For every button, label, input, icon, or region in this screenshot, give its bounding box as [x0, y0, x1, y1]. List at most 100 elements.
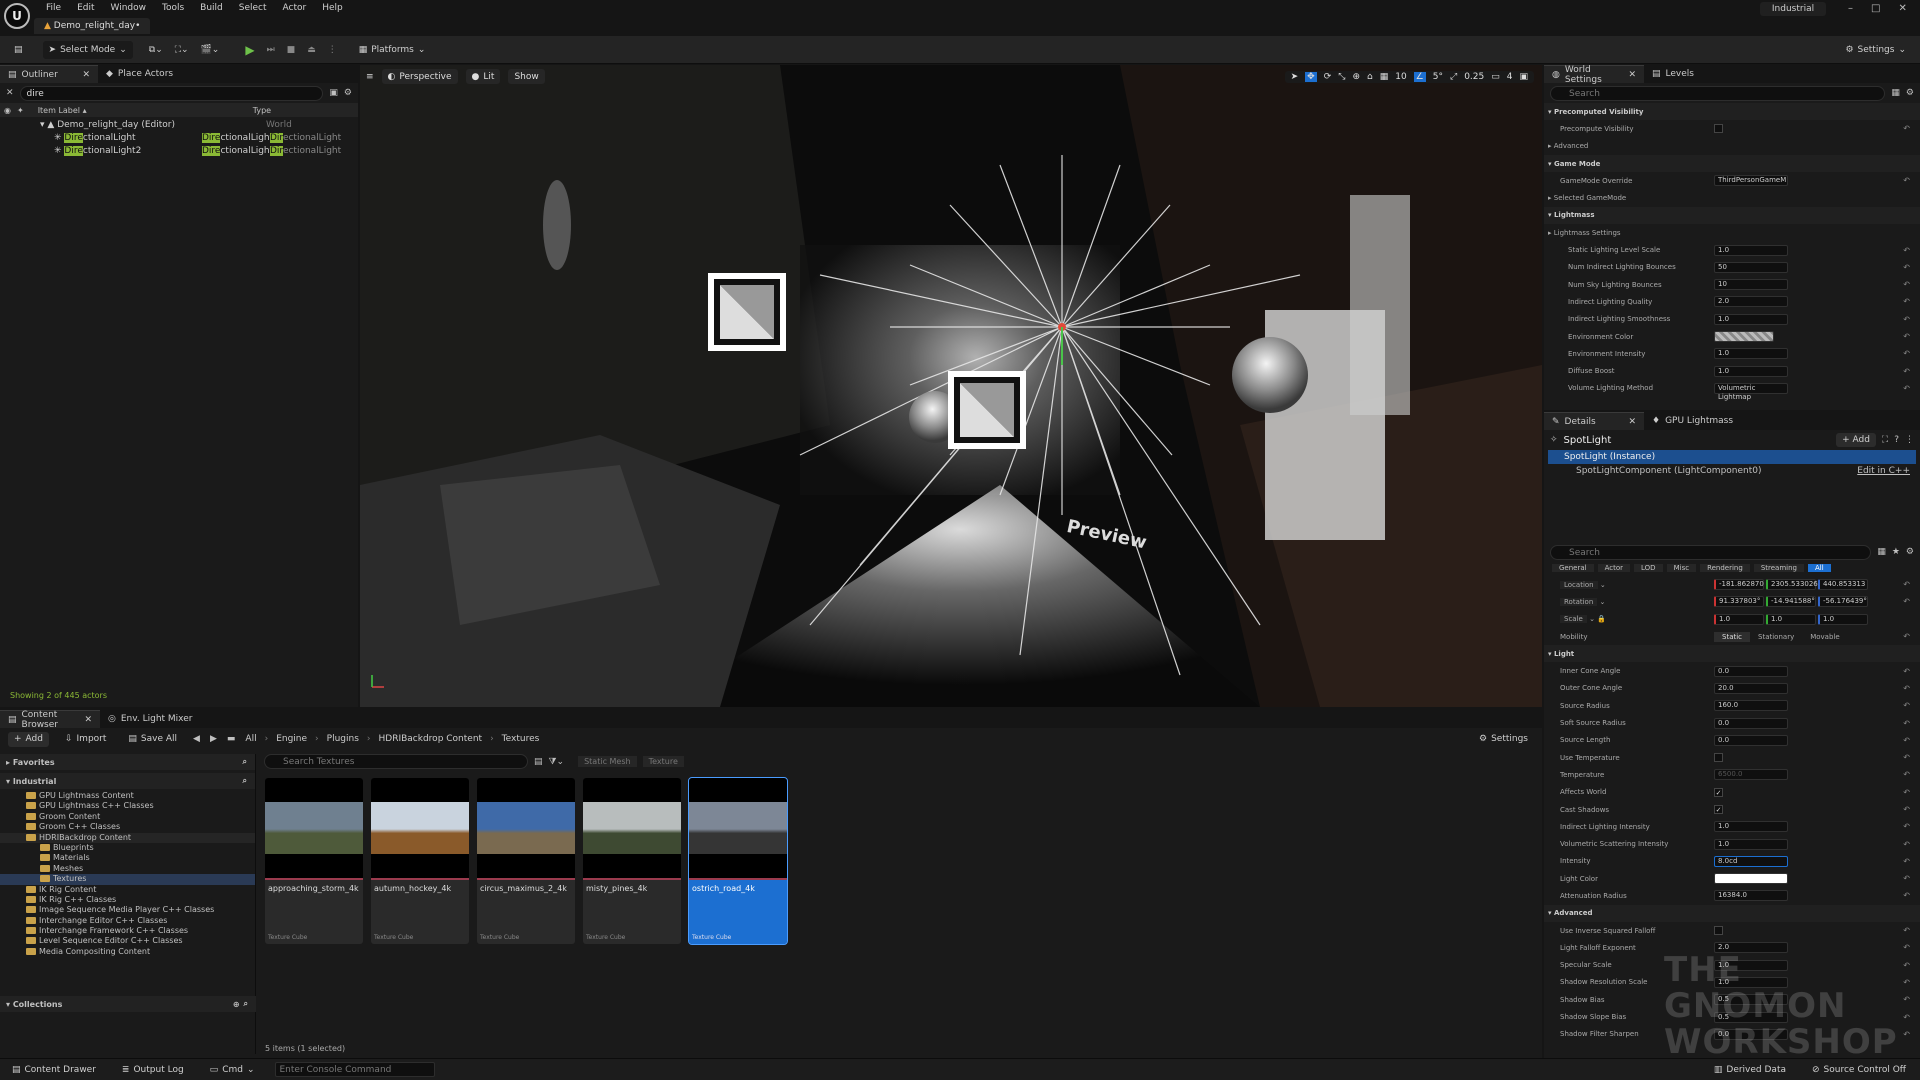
- filter-chip-texture[interactable]: Texture: [642, 756, 684, 767]
- mobility-stationary-button[interactable]: Stationary: [1750, 631, 1803, 642]
- folder-item[interactable]: Interchange Framework C++ Classes: [0, 926, 255, 936]
- menu-tools[interactable]: Tools: [154, 0, 192, 16]
- import-button[interactable]: ⇩ Import: [59, 730, 112, 748]
- ws-property-value[interactable]: 1.0: [1714, 365, 1788, 377]
- ws-subgroup[interactable]: ▸ Selected GameMode: [1544, 189, 1920, 206]
- reset-arrow-icon[interactable]: ↶: [1903, 124, 1910, 133]
- reset-arrow-icon[interactable]: ↶: [1903, 246, 1910, 255]
- gear-icon[interactable]: ⚙: [1906, 547, 1914, 557]
- scale-dropdown[interactable]: Scale: [1560, 615, 1587, 624]
- sphere-reflection-probe-right[interactable]: [1232, 337, 1308, 413]
- light-color-swatch[interactable]: [1714, 873, 1788, 885]
- light-category[interactable]: ▾ Light: [1544, 645, 1920, 663]
- property-value[interactable]: 1.0: [1714, 821, 1788, 833]
- reset-arrow-icon[interactable]: ↶: [1903, 667, 1910, 676]
- ws-property-value[interactable]: 2.0: [1714, 296, 1788, 308]
- scale-x-field[interactable]: 1.0: [1714, 613, 1764, 625]
- filter-tab-rendering[interactable]: Rendering: [1700, 564, 1750, 572]
- breadcrumb-item[interactable]: All: [245, 734, 256, 744]
- world-search-input[interactable]: Search: [1550, 85, 1886, 101]
- reset-arrow-icon[interactable]: ↶: [1903, 297, 1910, 306]
- output-log-button[interactable]: ≣ Output Log: [116, 1061, 190, 1079]
- property-value[interactable]: 0.0: [1714, 717, 1788, 729]
- location-y-field[interactable]: 2305.533026: [1766, 579, 1818, 591]
- lock-icon[interactable]: 🔒: [1597, 615, 1606, 623]
- ws-property-value[interactable]: Volumetric Lightmap: [1714, 382, 1788, 401]
- mobility-static-button[interactable]: Static: [1714, 631, 1751, 642]
- save-search-icon[interactable]: ▤: [534, 757, 543, 767]
- eject-button[interactable]: ⏏: [301, 41, 322, 59]
- location-dropdown[interactable]: Location: [1560, 580, 1598, 589]
- folder-item[interactable]: Image Sequence Media Player C++ Classes: [0, 905, 255, 915]
- reset-arrow-icon[interactable]: ↶: [1903, 315, 1910, 324]
- reset-arrow-icon[interactable]: ↶: [1903, 736, 1910, 745]
- folder-item[interactable]: Meshes: [0, 864, 255, 874]
- folder-item[interactable]: Materials: [0, 853, 255, 863]
- menu-edit[interactable]: Edit: [69, 0, 102, 16]
- platforms-button[interactable]: ▦ Platforms ⌄: [353, 41, 432, 59]
- add-content-button[interactable]: ⧉⌄: [143, 41, 169, 59]
- table-view-icon[interactable]: ▦: [1877, 547, 1886, 557]
- checkbox[interactable]: ✓: [1714, 805, 1723, 814]
- folder-item[interactable]: GPU Lightmass C++ Classes: [0, 801, 255, 811]
- reset-arrow-icon[interactable]: ↶: [1903, 597, 1910, 606]
- rotation-dropdown[interactable]: Rotation: [1560, 597, 1598, 606]
- ws-property-value[interactable]: ThirdPersonGameM: [1714, 175, 1788, 187]
- play-options-button[interactable]: ⋮: [322, 41, 343, 59]
- search-icon[interactable]: ⌕: [243, 776, 247, 786]
- property-value[interactable]: 6500.0: [1714, 769, 1788, 781]
- reset-arrow-icon[interactable]: ↶: [1903, 753, 1910, 762]
- asset-tile[interactable]: circus_maximus_2_4k Texture Cube: [477, 778, 575, 944]
- folder-item[interactable]: HDRIBackdrop Content: [0, 832, 255, 843]
- more-icon[interactable]: ⋮: [1905, 435, 1914, 445]
- cmd-button[interactable]: ▭ Cmd ⌄: [204, 1061, 261, 1079]
- derived-data-button[interactable]: ▥ Derived Data: [1708, 1061, 1792, 1079]
- tab-place-actors[interactable]: ◆ Place Actors: [98, 65, 181, 83]
- favorites-header[interactable]: ▸ Favorites ⌕: [0, 754, 255, 770]
- add-folder-icon[interactable]: ▣: [329, 88, 338, 98]
- ws-property-value[interactable]: 10: [1714, 279, 1788, 291]
- column-type[interactable]: Type: [253, 106, 271, 115]
- breadcrumb-item[interactable]: Plugins: [327, 734, 359, 744]
- reset-arrow-icon[interactable]: ↶: [1903, 719, 1910, 728]
- folder-item[interactable]: Level Sequence Editor C++ Classes: [0, 936, 255, 946]
- table-view-icon[interactable]: ▦: [1891, 88, 1900, 98]
- component-row[interactable]: SpotLightComponent (LightComponent0) Edi…: [1544, 464, 1920, 478]
- texture-billboard-1[interactable]: [708, 273, 786, 351]
- folder-item[interactable]: IK Rig C++ Classes: [0, 895, 255, 905]
- blueprints-button[interactable]: ⛶⌄: [169, 41, 195, 59]
- angle-snap-icon[interactable]: ∠: [1413, 71, 1426, 82]
- property-value[interactable]: 8.0cd: [1714, 855, 1788, 867]
- settings-button[interactable]: ⚙ Settings ⌄: [1839, 41, 1912, 59]
- source-control-button[interactable]: ⊘ Source Control Off: [1806, 1061, 1912, 1079]
- clear-search-icon[interactable]: ✕: [6, 88, 14, 98]
- step-button[interactable]: ⏭: [261, 41, 281, 59]
- outliner-search-input[interactable]: dire: [19, 85, 324, 101]
- layout-icon[interactable]: ▣: [1519, 72, 1528, 82]
- add-component-button[interactable]: + Add: [1836, 433, 1876, 447]
- reset-arrow-icon[interactable]: ↶: [1903, 280, 1910, 289]
- reset-arrow-icon[interactable]: ↶: [1903, 349, 1910, 358]
- checkbox[interactable]: [1714, 926, 1723, 936]
- tab-outliner[interactable]: ▤ Outliner ✕: [0, 65, 98, 83]
- gear-icon[interactable]: ⚙: [1906, 88, 1914, 98]
- scale-z-field[interactable]: 1.0: [1818, 613, 1868, 625]
- scale-snap-icon[interactable]: ⤢: [1450, 72, 1457, 82]
- reset-arrow-icon[interactable]: ↶: [1903, 384, 1910, 393]
- perspective-button[interactable]: ◐ Perspective: [381, 69, 458, 84]
- save-all-button[interactable]: ▤ Save All: [122, 730, 183, 748]
- checkbox[interactable]: ✓: [1714, 787, 1723, 797]
- property-value[interactable]: 20.0: [1714, 682, 1788, 694]
- history-forward-icon[interactable]: ▶: [210, 734, 217, 744]
- project-tab[interactable]: ▲ Demo_relight_day•: [34, 18, 151, 34]
- details-search-input[interactable]: Search: [1550, 544, 1872, 560]
- filter-icon[interactable]: ⧩⌄: [549, 757, 565, 767]
- reset-arrow-icon[interactable]: ↶: [1903, 263, 1910, 272]
- stop-button[interactable]: ■: [281, 41, 302, 59]
- save-current-button[interactable]: ▤: [8, 41, 29, 59]
- reset-arrow-icon[interactable]: ↶: [1903, 176, 1910, 185]
- view-mode-button[interactable]: ● Lit: [465, 69, 501, 84]
- asset-search-input[interactable]: Search Textures: [264, 754, 528, 769]
- menu-actor[interactable]: Actor: [275, 0, 315, 16]
- asset-tile[interactable]: approaching_storm_4k Texture Cube: [265, 778, 363, 944]
